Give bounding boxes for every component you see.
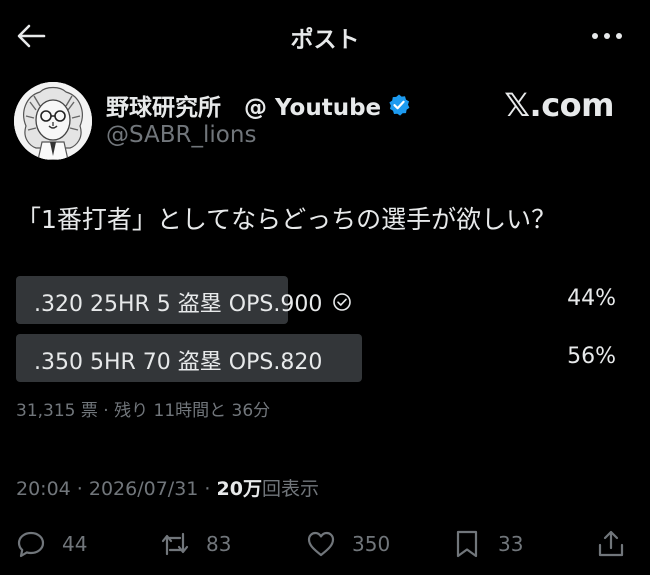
timestamp-row: 20:04 · 2026/07/31 · 20万回表示: [16, 474, 319, 501]
poll-option-text: .320 25HR 5 盗塁 OPS.900: [34, 292, 323, 317]
top-bar: ポスト: [0, 0, 650, 72]
reply-button[interactable]: 44: [16, 522, 87, 566]
like-count: 350: [352, 532, 391, 556]
lion-avatar-icon: [14, 82, 92, 160]
retweet-button[interactable]: 83: [160, 522, 231, 566]
reply-icon: [17, 531, 45, 558]
poll-meta: 31,315 票 · 残り 11時間と 36分: [16, 401, 271, 421]
verified-badge-icon: [389, 94, 410, 116]
views-label: 回表示: [261, 478, 319, 500]
poll-percent-2: 56%: [567, 344, 616, 369]
display-name: 野球研究所 @ Youtube: [106, 95, 382, 121]
user-handle[interactable]: @SABR_lions: [106, 122, 256, 148]
retweet-count: 83: [206, 532, 232, 556]
more-dots-icon: [592, 33, 622, 39]
poll-option-text: .350 5HR 70 盗塁 OPS.820: [34, 350, 323, 375]
bookmark-icon: [456, 530, 478, 558]
action-bar: 44 83 350 33: [0, 522, 650, 566]
more-options-button[interactable]: [588, 24, 624, 48]
poll-percent-1: 44%: [567, 286, 616, 311]
poll-option-1[interactable]: .320 25HR 5 盗塁 OPS.900 44%: [16, 276, 618, 324]
like-button[interactable]: 350: [306, 522, 390, 566]
share-button[interactable]: [596, 522, 626, 566]
avatar[interactable]: [14, 82, 92, 160]
check-circle-icon: [333, 293, 352, 311]
bookmark-count: 33: [498, 532, 524, 556]
poll-option-2[interactable]: .350 5HR 70 盗塁 OPS.820 56%: [16, 334, 618, 382]
poll-option-label: .350 5HR 70 盗塁 OPS.820: [34, 344, 322, 376]
views-count: 20万: [216, 478, 262, 500]
bookmark-button[interactable]: 33: [452, 522, 523, 566]
heart-icon: [307, 531, 335, 557]
post-time-date[interactable]: 20:04 · 2026/07/31 ·: [16, 478, 217, 500]
source-watermark: 𝕏.com: [504, 86, 614, 124]
page-title: ポスト: [290, 27, 360, 53]
share-icon: [598, 530, 624, 557]
author-name-row[interactable]: 野球研究所 @ Youtube: [106, 88, 411, 122]
poll-option-label: .320 25HR 5 盗塁 OPS.900: [34, 286, 352, 318]
reply-count: 44: [62, 532, 88, 556]
tweet-text: 「1番打者」としてならどっちの選手が欲しい？: [16, 205, 557, 234]
poll: .320 25HR 5 盗塁 OPS.900 44% .350 5HR 70 盗…: [16, 276, 618, 392]
retweet-icon: [161, 532, 189, 556]
